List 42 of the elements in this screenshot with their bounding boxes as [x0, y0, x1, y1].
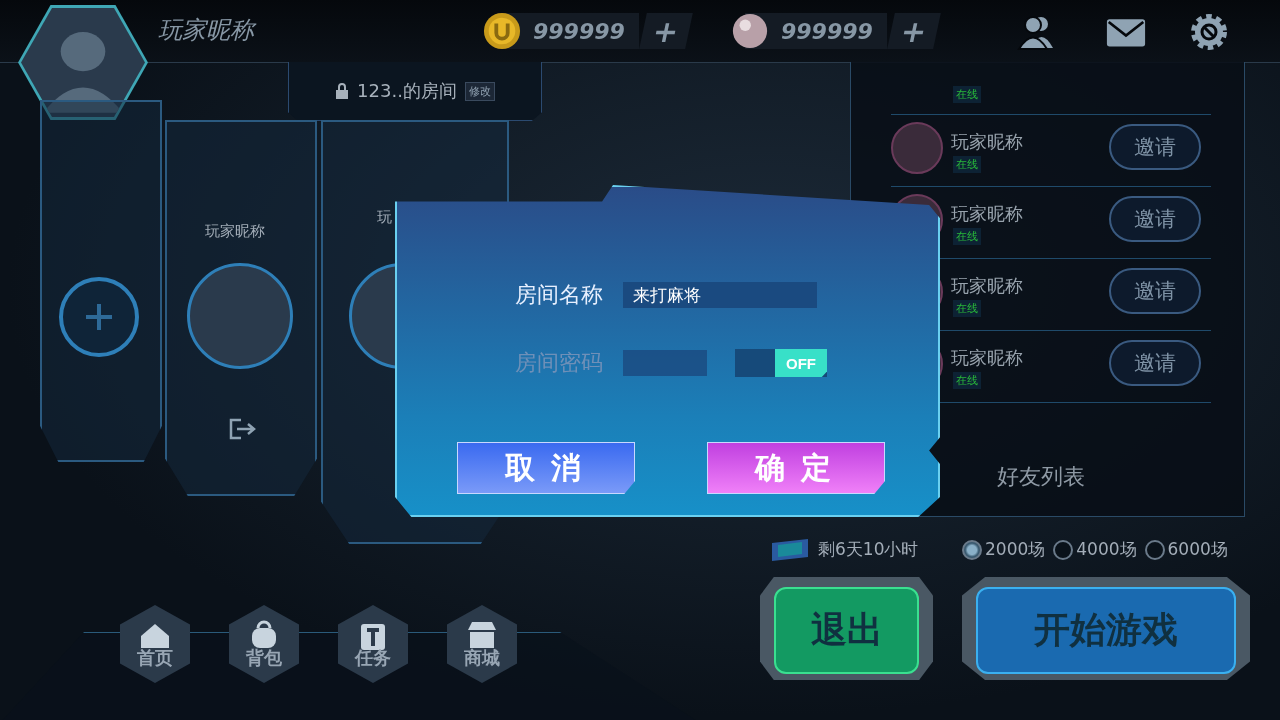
stake-radio[interactable]: 6000场 — [1144, 538, 1228, 561]
seat-player-name: 玩家昵称 — [205, 222, 265, 241]
ticket-icon — [770, 538, 810, 561]
pearl-icon — [731, 12, 769, 50]
friend-avatar — [891, 122, 943, 174]
online-status: 在线 — [953, 86, 981, 103]
invite-button[interactable]: 邀请 — [1109, 340, 1201, 386]
add-currency-button[interactable]: + — [639, 13, 693, 49]
settings-icon[interactable] — [1189, 12, 1229, 52]
nav-button[interactable]: 任务 — [338, 605, 408, 683]
friend-name: 玩家昵称 — [951, 274, 1023, 298]
room-title: 123..的房间 — [357, 79, 457, 103]
invite-button[interactable]: 邀请 — [1109, 268, 1201, 314]
online-status: 在线 — [953, 156, 981, 173]
stake-radio[interactable]: 4000场 — [1053, 538, 1137, 561]
password-field[interactable] — [623, 350, 707, 376]
friends-list-title: 好友列表 — [997, 463, 1085, 491]
add-currency-button[interactable]: + — [887, 13, 941, 49]
invite-button[interactable]: 邀请 — [1109, 196, 1201, 242]
exit-button[interactable]: 退出 — [760, 577, 933, 680]
invite-button[interactable]: 邀请 — [1109, 124, 1201, 170]
friend-name: 玩家昵称 — [951, 202, 1023, 226]
ticket-remaining-time: 剩6天10小时 — [818, 538, 919, 561]
room-name-field[interactable]: 来打麻将 — [623, 282, 817, 308]
online-status: 在线 — [953, 228, 981, 245]
friend-name: 玩家昵称 — [951, 346, 1023, 370]
nav-button[interactable]: 商城 — [447, 605, 517, 683]
seat-player-name: 玩 — [377, 208, 392, 227]
add-player-icon[interactable] — [58, 276, 140, 358]
nav-button[interactable]: 首页 — [120, 605, 190, 683]
field-label: 房间名称 — [515, 281, 604, 309]
nav-button[interactable]: 背包 — [229, 605, 299, 683]
edit-button[interactable]: 修改 — [464, 81, 495, 101]
friend-name: 玩家昵称 — [951, 130, 1023, 154]
online-status: 在线 — [953, 300, 981, 317]
field-label: 房间密码 — [515, 349, 604, 377]
cancel-button[interactable]: 取消 — [457, 442, 635, 494]
leave-seat-icon[interactable] — [229, 418, 257, 440]
online-status: 在线 — [953, 372, 981, 389]
lock-icon — [335, 83, 350, 99]
confirm-button[interactable]: 确定 — [707, 442, 885, 494]
stake-radio[interactable]: 2000场 — [962, 538, 1046, 561]
